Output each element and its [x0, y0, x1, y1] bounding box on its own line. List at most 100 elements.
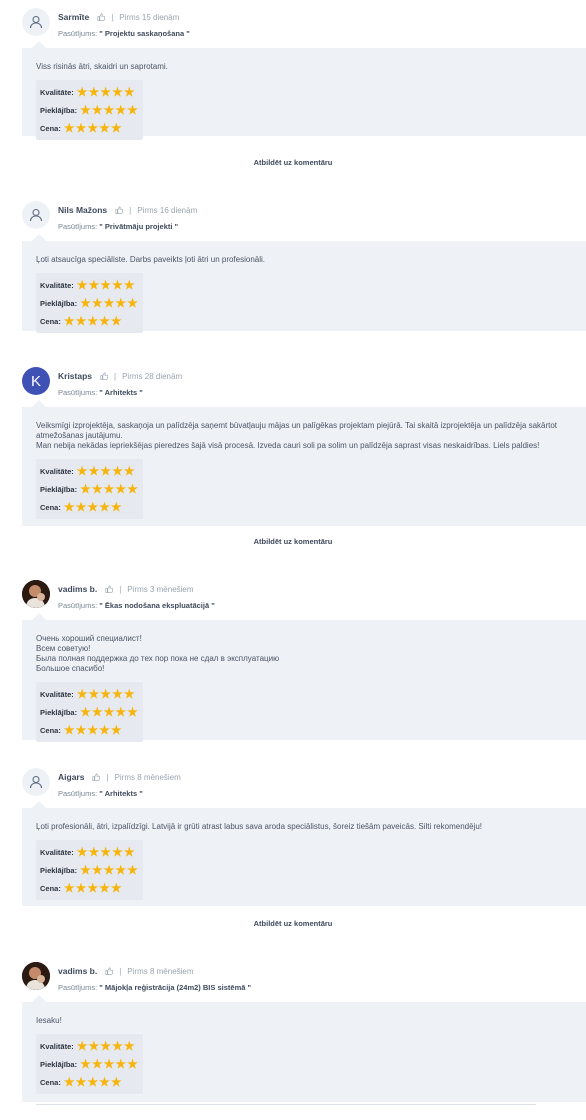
star-icon: ★	[91, 103, 103, 117]
star-icon: ★	[88, 687, 100, 701]
reviewer-name: Kristaps	[58, 371, 93, 381]
review-text: Очень хороший специалист! Всем советую! …	[36, 634, 280, 673]
ordered-label: Pasūtījums:	[58, 388, 98, 397]
star-icon: ★	[110, 881, 122, 895]
star-icon: ★	[100, 845, 112, 859]
star-icon: ★	[103, 863, 115, 877]
review-time: Pirms 3 mēnešiem	[127, 585, 194, 594]
star-icon: ★	[76, 687, 88, 701]
review-text: Iesaku!	[36, 1016, 62, 1025]
star-icon: ★	[75, 1075, 87, 1089]
star-icon: ★	[87, 500, 99, 514]
star-icon: ★	[75, 881, 87, 895]
star-icon: ★	[80, 705, 91, 719]
star-icon: ★	[63, 121, 75, 135]
rating-price: Cena: ★ ★ ★ ★ ★	[40, 1075, 122, 1089]
star-icon: ★	[110, 1075, 122, 1089]
star-icon: ★	[103, 296, 115, 310]
review-time: Pirms 15 dienām	[119, 13, 180, 22]
reviewer-name: Nils Mažons	[58, 205, 108, 215]
separator: |	[129, 206, 132, 215]
review-card: Iesaku! Kvalitāte: ★ ★ ★ ★ ★ Pieklājība: ★ ★ ★ ★ ★ Ce…	[22, 995, 586, 1102]
review-text: Viss risinās ātri, skaidri un saprotami.	[36, 62, 168, 71]
star-icon: ★	[75, 723, 87, 737]
star-icon: ★	[75, 500, 87, 514]
review-item: vadims b. | Pirms 3 mēnešiem Pasūtījums: " …	[22, 580, 586, 742]
star-icon: ★	[112, 845, 123, 859]
reply-button[interactable]: Atbildēt uz komentāru	[0, 537, 586, 546]
project-name: " Mājokļa reģistrācija (24m2) BIS sistēm…	[99, 983, 252, 992]
review-item: vadims b. | Pirms 8 mēnešiem Pasūtījums: " …	[22, 962, 586, 1102]
review-time: Pirms 8 mēnešiem	[114, 773, 181, 782]
thumbs-up-icon[interactable]	[105, 585, 114, 594]
thumbs-up-icon[interactable]	[105, 967, 114, 976]
star-icon: ★	[91, 863, 103, 877]
star-icon: ★	[100, 464, 112, 478]
rating-price: Cena: ★ ★ ★ ★ ★	[40, 881, 122, 895]
star-icon: ★	[100, 278, 112, 292]
rating-quality: Kvalitāte: ★ ★ ★ ★ ★	[40, 845, 135, 859]
star-icon: ★	[103, 705, 115, 719]
star-icon: ★	[91, 1057, 103, 1071]
star-icon: ★	[63, 1075, 75, 1089]
star-icon: ★	[127, 103, 138, 117]
review-text: Ļoti atsaucīga speciāliste. Darbs paveik…	[36, 255, 266, 264]
star-icon: ★	[99, 121, 110, 135]
separator: |	[119, 585, 122, 594]
star-icon: ★	[100, 1039, 112, 1053]
ratings-box: Kvalitāte: ★ ★ ★ ★ ★ Pieklājība: ★ ★ ★ ★ ★ Cena: ★ ★ ★ ★…	[36, 840, 143, 900]
star-icon: ★	[63, 314, 75, 328]
thumbs-up-icon[interactable]	[100, 372, 109, 381]
rating-politeness: Pieklājība: ★ ★ ★ ★ ★	[40, 482, 138, 496]
ratings-box: Kvalitāte: ★ ★ ★ ★ ★ Pieklājība: ★ ★ ★ ★ ★ Cena: ★ ★ ★ ★…	[36, 459, 143, 519]
thumbs-up-icon[interactable]	[97, 13, 106, 22]
star-icon: ★	[127, 296, 138, 310]
reply-button[interactable]: Atbildēt uz komentāru	[0, 158, 586, 167]
star-icon: ★	[88, 278, 100, 292]
star-icon: ★	[127, 482, 138, 496]
rating-quality: Kvalitāte: ★ ★ ★ ★ ★	[40, 687, 135, 701]
avatar	[22, 8, 50, 36]
star-icon: ★	[103, 482, 115, 496]
user-icon	[29, 775, 43, 789]
reviewer-name: vadims b.	[58, 966, 98, 976]
star-icon: ★	[112, 278, 123, 292]
star-icon: ★	[110, 500, 122, 514]
person-photo-icon	[22, 580, 50, 608]
reply-button[interactable]: Atbildēt uz komentāru	[0, 919, 586, 928]
review-time: Pirms 8 mēnešiem	[127, 967, 194, 976]
ordered-label: Pasūtījums:	[58, 222, 98, 231]
star-icon: ★	[75, 121, 87, 135]
avatar	[22, 201, 50, 229]
review-text: Ļoti profesionāli, ātri, izpalīdzīgi. La…	[36, 822, 482, 831]
star-icon: ★	[76, 85, 88, 99]
star-icon: ★	[115, 296, 127, 310]
star-icon: ★	[80, 1057, 91, 1071]
star-icon: ★	[80, 863, 91, 877]
star-icon: ★	[80, 482, 91, 496]
review-card: Viss risinās ātri, skaidri un saprotami.…	[22, 41, 586, 140]
project-name: " Arhitekts "	[99, 789, 143, 798]
person-photo-icon	[22, 962, 50, 990]
star-icon: ★	[99, 723, 110, 737]
project-name: " Privātmāju projekti "	[99, 222, 179, 231]
review-item: Sarmīte | Pirms 15 dienām Pasūtījums: " Pro…	[22, 8, 586, 140]
star-icon: ★	[76, 278, 88, 292]
star-icon: ★	[91, 296, 103, 310]
ordered-label: Pasūtījums:	[58, 789, 98, 798]
user-icon	[29, 208, 43, 222]
star-icon: ★	[123, 1039, 135, 1053]
star-icon: ★	[127, 705, 138, 719]
star-icon: ★	[99, 1075, 110, 1089]
star-icon: ★	[123, 85, 135, 99]
ratings-box: Kvalitāte: ★ ★ ★ ★ ★ Pieklājība: ★ ★ ★ ★ ★ Cena: ★ ★ ★ ★…	[36, 273, 143, 333]
thumbs-up-icon[interactable]	[115, 206, 124, 215]
rating-quality: Kvalitāte: ★ ★ ★ ★ ★	[40, 1039, 135, 1053]
star-icon: ★	[123, 845, 135, 859]
thumbs-up-icon[interactable]	[92, 773, 101, 782]
avatar: K	[22, 367, 50, 395]
star-icon: ★	[123, 687, 135, 701]
star-icon: ★	[76, 845, 88, 859]
star-icon: ★	[123, 464, 135, 478]
star-icon: ★	[87, 314, 99, 328]
